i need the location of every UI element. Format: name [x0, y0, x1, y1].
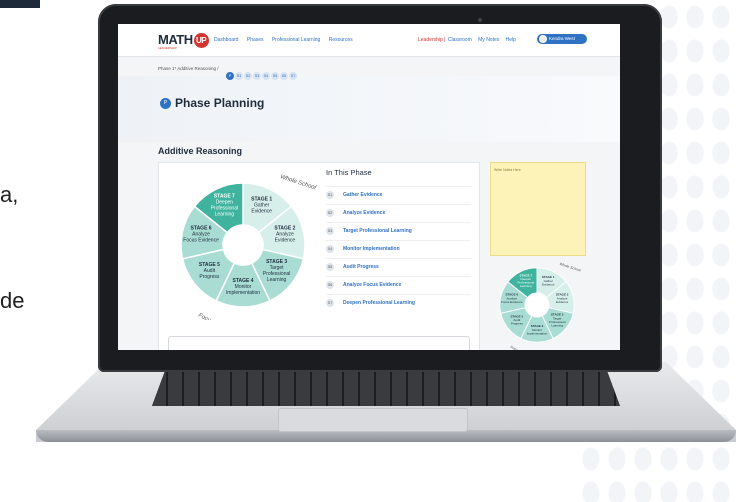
wheel-label-line: Progress	[511, 322, 524, 326]
wheel-label-line: Evidence	[275, 237, 296, 243]
nav-dashboard[interactable]: Dashboard	[214, 37, 238, 43]
avatar	[539, 35, 547, 43]
wheel-label-line: Learning	[520, 284, 532, 288]
nav-professional-learning[interactable]: Professional Learning	[272, 37, 320, 43]
wheel-label-line: Evidence	[542, 282, 555, 286]
wheel-center	[525, 293, 549, 317]
nav-my-notes[interactable]: My Notes	[478, 37, 499, 43]
wheel-segment-label: STAGE 7 Deepen Professional Learning	[211, 193, 239, 217]
logo-subtitle: LEADERSHIP	[158, 46, 178, 50]
phase-step-7[interactable]: S7 Deepen Professional Learning	[326, 294, 471, 312]
step-label: Analyze Evidence	[343, 210, 386, 216]
content-box	[168, 336, 470, 350]
in-this-phase-heading: In This Phase	[326, 168, 372, 177]
wheel-top-label: Whole School	[559, 262, 582, 273]
stage-dot-6[interactable]: S6	[280, 72, 288, 80]
step-number-badge: S5	[326, 263, 334, 271]
wheel-label-line: Learning	[551, 323, 563, 327]
step-number-badge: S3	[326, 227, 334, 235]
wheel-label-line: Progress	[199, 274, 220, 280]
wheel-segment-label: STAGE 2 Analyze Evidence	[556, 293, 569, 304]
wheel-label-line: Focus Evidence	[183, 237, 219, 243]
notes-panel[interactable]	[490, 162, 586, 256]
side-text-fragment-2: de	[0, 288, 25, 313]
wheel-center	[224, 226, 262, 264]
wheel-bottom-label: Focused	[510, 345, 525, 350]
step-number-badge: S2	[326, 209, 334, 217]
stage-dot-0[interactable]: P	[226, 72, 234, 80]
step-number-badge: S7	[326, 299, 334, 307]
phase-badge: P	[160, 98, 171, 109]
nav-leadership[interactable]: Leadership	[418, 37, 443, 43]
step-label: Audit Progress	[343, 264, 379, 270]
nav-phases[interactable]: Phases	[247, 37, 264, 43]
wheel-segment-label: STAGE 3 Target Professional Learning	[263, 259, 291, 283]
wheel-label-line: Evidence	[556, 300, 569, 304]
stage-dot-5[interactable]: S5	[271, 72, 279, 80]
stage-dot-2[interactable]: S2	[244, 72, 252, 80]
step-label: Monitor Implementation	[343, 246, 400, 252]
slide-corner-bar	[0, 0, 40, 8]
nav-help[interactable]: Help	[506, 37, 516, 43]
nav-right-links: Leadership | Classroom My Notes Help	[418, 37, 516, 43]
laptop-screen: MATH UP LEADERSHIP Dashboard Phases Profe…	[118, 24, 620, 350]
wheel-label-line: Learning	[215, 211, 235, 217]
phase-step-5[interactable]: S5 Audit Progress	[326, 258, 471, 276]
phase-step-6[interactable]: S6 Analyze Focus Evidence	[326, 276, 471, 294]
phase-step-2[interactable]: S2 Analyze Evidence	[326, 204, 471, 222]
step-label: Analyze Focus Evidence	[343, 282, 402, 288]
wheel-label-line: Evidence	[251, 208, 272, 214]
step-label: Target Professional Learning	[343, 228, 412, 234]
wheel-label-line: Implementation	[226, 290, 260, 296]
user-menu-button[interactable]: Kendra West	[537, 34, 587, 44]
laptop-trackpad	[278, 408, 468, 432]
user-name: Kendra West	[549, 36, 575, 41]
stage-dot-7[interactable]: S7	[289, 72, 297, 80]
wheel-label-line: Learning	[267, 277, 287, 283]
side-text-fragment-1: a,	[0, 182, 19, 207]
camera-icon	[478, 18, 482, 22]
stage-dot-3[interactable]: S3	[253, 72, 261, 80]
step-number-badge: S4	[326, 245, 334, 253]
stage-dot-1[interactable]: S1	[235, 72, 243, 80]
stage-wheel-diagram: STAGE 1 Gather EvidenceSTAGE 2 Analyze Evide…	[180, 174, 317, 320]
nav-classroom[interactable]: Classroom	[448, 37, 472, 43]
stage-dot-nav: P S1 S2 S3 S4 S5 S6 S7	[226, 64, 298, 82]
nav-separator: |	[444, 37, 446, 43]
step-number-badge: S1	[326, 191, 334, 199]
stage-dot-4[interactable]: S4	[262, 72, 270, 80]
wheel-top-label: Whole School	[279, 174, 317, 191]
step-number-badge: S6	[326, 281, 334, 289]
laptop-keyboard	[152, 368, 620, 406]
wheel-segment-label: STAGE 1 Gather Evidence	[251, 196, 272, 214]
nav-resources[interactable]: Resources	[329, 37, 353, 43]
section-title: Additive Reasoning	[158, 146, 243, 156]
page-title: Phase Planning	[175, 96, 265, 110]
notes-placeholder: Write Notes Here	[494, 168, 521, 172]
step-label: Deepen Professional Learning	[343, 300, 415, 306]
phase-step-4[interactable]: S4 Monitor Implementation	[326, 240, 471, 258]
step-label: Gather Evidence	[343, 192, 383, 198]
nav-links: Dashboard Phases Professional Learning R…	[214, 37, 360, 43]
phase-step-3[interactable]: S3 Target Professional Learning	[326, 222, 471, 240]
phase-step-1[interactable]: S1 Gather Evidence	[326, 186, 471, 204]
wheel-label-line: Focus Evidence	[501, 300, 523, 304]
stage-wheel-thumbnail[interactable]: STAGE 1 Gather EvidenceSTAGE 2 Analyze Evide…	[492, 260, 582, 350]
wheel-segment-label: STAGE 2 Analyze Evidence	[274, 225, 295, 243]
wheel-label-line: Implementation	[527, 331, 548, 335]
top-navigation: MATH UP LEADERSHIP Dashboard Phases Profe…	[118, 24, 620, 57]
wheel-bottom-label: Focused	[197, 312, 221, 320]
breadcrumb[interactable]: Phase 1* Additive Reasoning /	[158, 66, 219, 71]
